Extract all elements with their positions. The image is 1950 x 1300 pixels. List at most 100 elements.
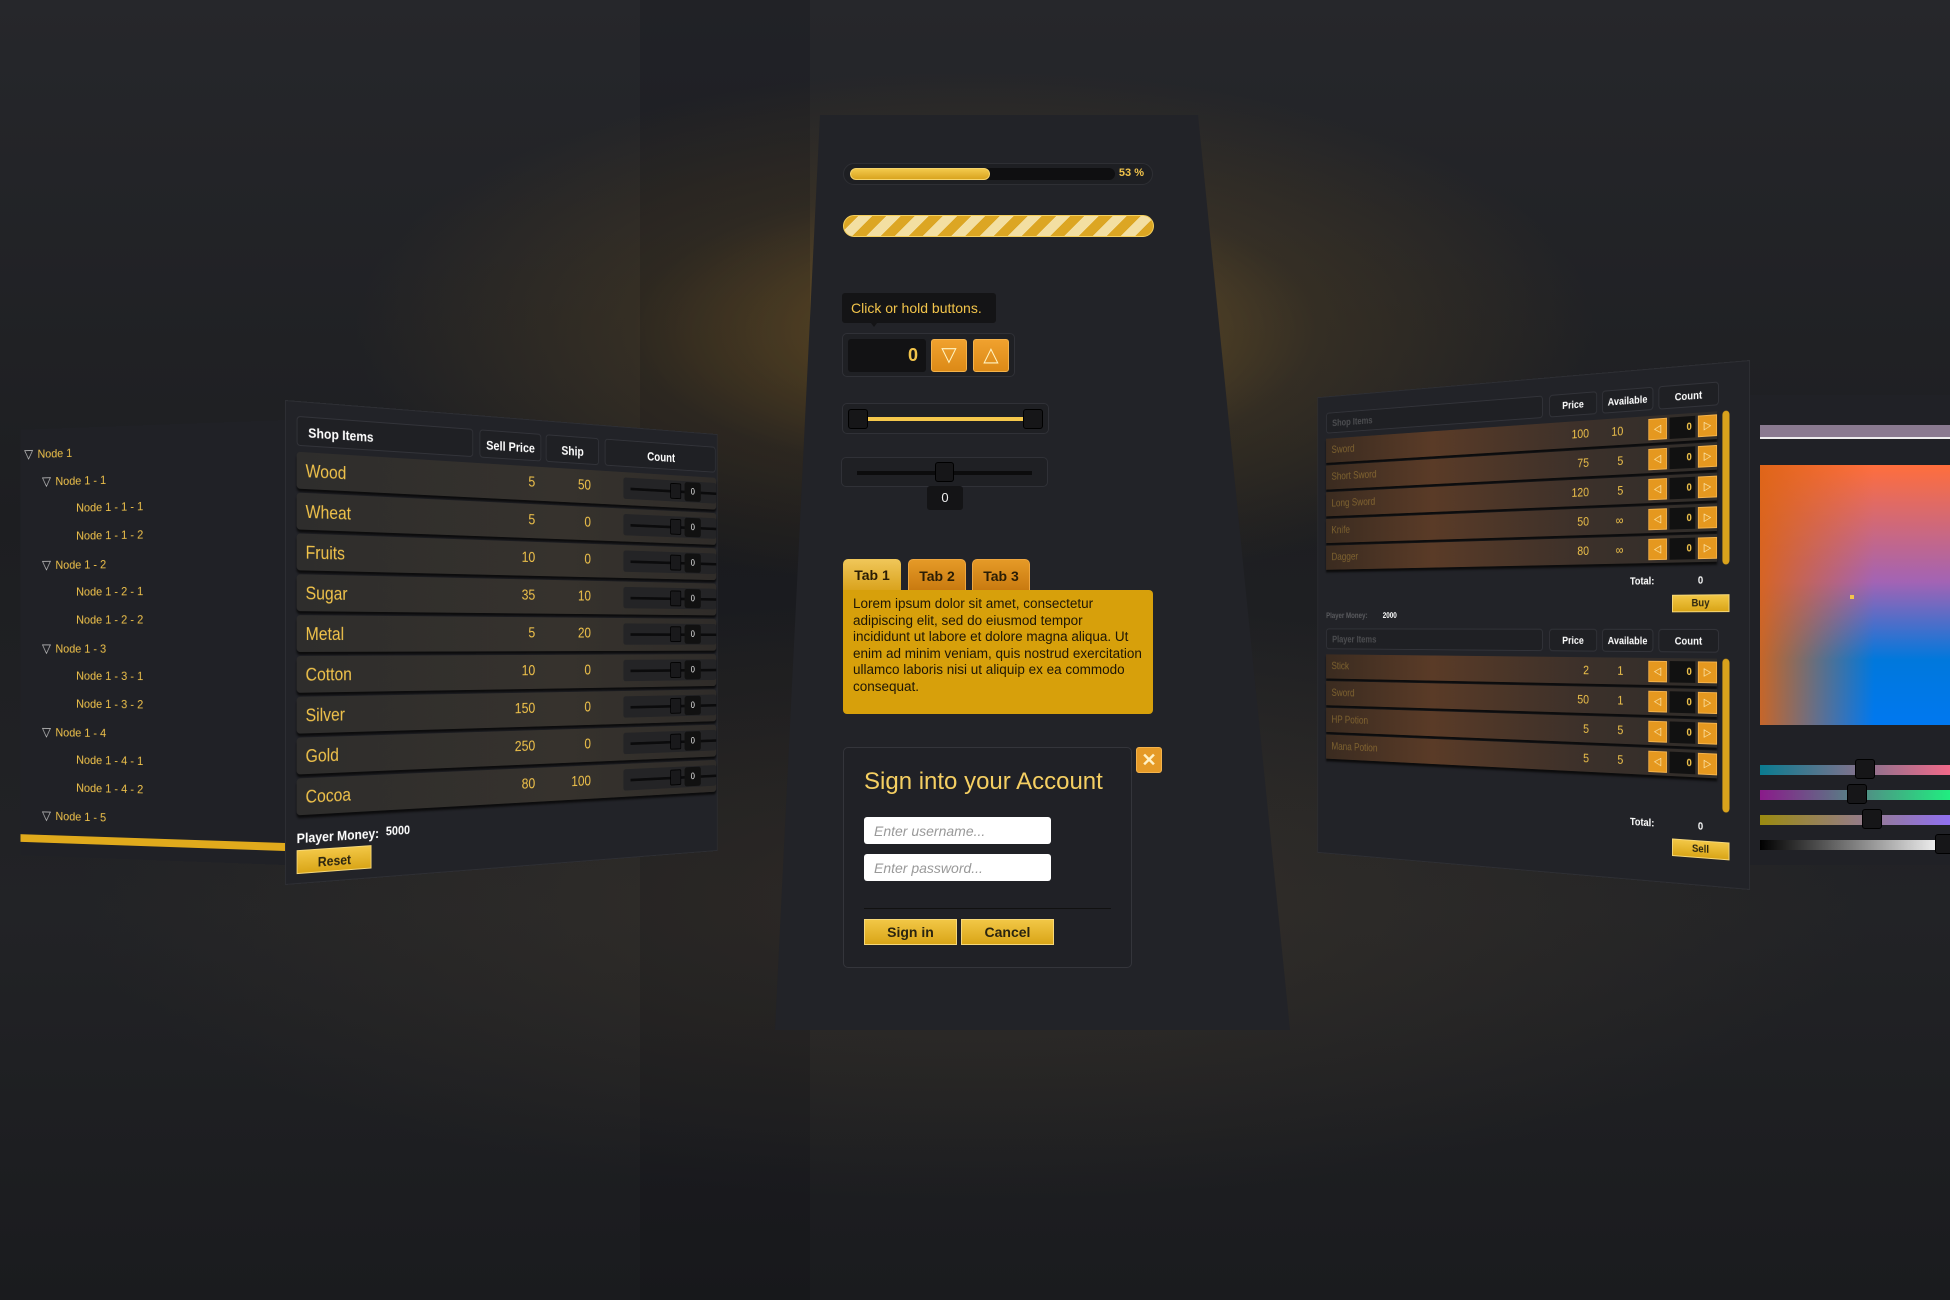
decrement-button[interactable]: ◁ bbox=[1648, 721, 1667, 743]
decrement-button[interactable]: ◁ bbox=[1648, 448, 1667, 470]
expand-triangle-icon[interactable]: ▽ bbox=[42, 808, 51, 823]
expand-triangle-icon[interactable]: ▽ bbox=[42, 557, 51, 572]
range-slider[interactable] bbox=[842, 403, 1049, 434]
expand-triangle-icon[interactable]: ▽ bbox=[42, 474, 51, 489]
tree-scrollbar[interactable] bbox=[21, 834, 285, 851]
count-slider[interactable]: 0 bbox=[623, 550, 716, 574]
spinner-value[interactable]: 0 bbox=[848, 339, 926, 372]
tree-node[interactable]: ▽ Node 1 - 2 bbox=[42, 557, 106, 573]
buy-button[interactable]: Buy bbox=[1672, 594, 1729, 612]
tab-3[interactable]: Tab 3 bbox=[972, 559, 1030, 591]
count-value: 0 bbox=[685, 518, 701, 538]
green-handle[interactable] bbox=[1847, 784, 1867, 804]
count-slider[interactable]: 0 bbox=[623, 623, 716, 644]
tree-node[interactable]: ▽ Node 1 - 4 bbox=[42, 725, 106, 741]
cancel-button[interactable]: Cancel bbox=[961, 919, 1054, 945]
slider-handle[interactable] bbox=[670, 662, 681, 678]
range-min-handle[interactable] bbox=[848, 409, 868, 429]
username-input[interactable] bbox=[864, 817, 1051, 844]
decrement-button[interactable]: ◁ bbox=[1648, 508, 1667, 530]
increment-button[interactable]: ▷ bbox=[1698, 506, 1717, 528]
tree-node[interactable]: Node 1 - 4 - 2 bbox=[76, 781, 143, 796]
slider-handle[interactable] bbox=[670, 519, 681, 535]
decrement-button[interactable]: ◁ bbox=[1648, 418, 1667, 441]
tree-node[interactable]: Node 1 - 2 - 1 bbox=[76, 584, 143, 598]
close-button[interactable]: ✕ bbox=[1136, 747, 1162, 773]
increment-button[interactable]: △ bbox=[973, 339, 1009, 372]
increment-button[interactable]: ▷ bbox=[1698, 445, 1717, 468]
expand-triangle-icon[interactable]: ▽ bbox=[42, 641, 51, 655]
player-money-label: Player Money: bbox=[1326, 611, 1367, 620]
increment-button[interactable]: ▷ bbox=[1698, 661, 1717, 683]
slider-handle[interactable] bbox=[935, 462, 954, 482]
increment-button[interactable]: ▷ bbox=[1698, 537, 1717, 559]
color-cursor[interactable] bbox=[1850, 595, 1854, 599]
count-slider[interactable]: 0 bbox=[623, 659, 716, 681]
tree-node[interactable]: ▽ Node 1 - 3 bbox=[42, 641, 106, 657]
item-ship: 0 bbox=[550, 700, 591, 717]
decrement-button[interactable]: ▽ bbox=[931, 339, 967, 372]
slider-handle[interactable] bbox=[670, 590, 681, 606]
count-value: 0 bbox=[1669, 416, 1695, 439]
item-available: 5 bbox=[1591, 453, 1624, 469]
tab-2[interactable]: Tab 2 bbox=[908, 559, 966, 591]
expand-triangle-icon[interactable]: ▽ bbox=[24, 447, 33, 462]
red-handle[interactable] bbox=[1855, 759, 1875, 779]
sign-in-button[interactable]: Sign in bbox=[864, 919, 957, 945]
slider[interactable] bbox=[841, 457, 1048, 487]
tree-node[interactable]: Node 1 - 1 - 2 bbox=[76, 528, 143, 543]
expand-triangle-icon[interactable]: ▽ bbox=[42, 725, 51, 740]
tree-node-label: Node 1 - 4 - 1 bbox=[76, 753, 143, 768]
increment-button[interactable]: ▷ bbox=[1698, 722, 1717, 744]
count-slider[interactable]: 0 bbox=[623, 765, 716, 791]
password-input[interactable] bbox=[864, 854, 1051, 881]
increment-button[interactable]: ▷ bbox=[1698, 753, 1717, 776]
tab-1[interactable]: Tab 1 bbox=[843, 559, 901, 591]
sell-button[interactable]: Sell bbox=[1672, 838, 1729, 860]
scrollbar[interactable] bbox=[1722, 659, 1729, 813]
count-slider[interactable]: 0 bbox=[623, 730, 716, 754]
increment-button[interactable]: ▷ bbox=[1698, 476, 1717, 499]
header-name: Shop Items bbox=[297, 416, 474, 457]
tree-node[interactable]: Node 1 - 1 - 1 bbox=[76, 499, 143, 514]
tree-node[interactable]: Node 1 - 3 - 1 bbox=[76, 669, 143, 683]
item-sell-price: 5 bbox=[497, 473, 535, 492]
tree-node[interactable]: Node 1 - 3 - 2 bbox=[76, 697, 143, 711]
slider-handle[interactable] bbox=[670, 698, 681, 714]
item-available: 5 bbox=[1591, 751, 1624, 767]
count-value: 0 bbox=[685, 482, 701, 502]
slider-handle[interactable] bbox=[670, 734, 681, 750]
slider-handle[interactable] bbox=[670, 483, 681, 499]
slider-handle[interactable] bbox=[670, 769, 681, 785]
tree-node[interactable]: ▽ Node 1 - 5 bbox=[42, 808, 106, 825]
scrollbar[interactable] bbox=[1722, 410, 1729, 564]
decrement-button[interactable]: ◁ bbox=[1648, 751, 1667, 773]
count-slider[interactable]: 0 bbox=[623, 514, 716, 539]
count-slider[interactable]: 0 bbox=[623, 695, 716, 718]
decrement-button[interactable]: ◁ bbox=[1648, 538, 1667, 560]
count-value: 0 bbox=[1669, 477, 1695, 500]
tree-node[interactable]: ▽ Node 1 bbox=[24, 445, 72, 462]
item-sell-price: 150 bbox=[497, 701, 535, 719]
increment-button[interactable]: ▷ bbox=[1698, 692, 1717, 714]
tree-node[interactable]: Node 1 - 4 - 1 bbox=[76, 753, 143, 768]
item-name: Wood bbox=[306, 461, 347, 484]
slider-handle[interactable] bbox=[670, 555, 681, 571]
slider-handle[interactable] bbox=[670, 626, 681, 642]
decrement-button[interactable]: ◁ bbox=[1648, 661, 1667, 683]
item-ship: 20 bbox=[550, 626, 591, 642]
alpha-channel-slider[interactable] bbox=[1760, 840, 1950, 850]
count-slider[interactable]: 0 bbox=[623, 587, 716, 610]
alpha-handle[interactable] bbox=[1935, 834, 1950, 854]
tree-node-label: Node 1 - 1 - 2 bbox=[76, 528, 143, 543]
blue-channel-slider[interactable] bbox=[1760, 815, 1950, 825]
decrement-button[interactable]: ◁ bbox=[1648, 478, 1667, 500]
tree-node[interactable]: ▽ Node 1 - 1 bbox=[42, 472, 106, 489]
count-slider[interactable]: 0 bbox=[623, 477, 716, 503]
reset-button[interactable]: Reset bbox=[297, 845, 372, 874]
tree-node[interactable]: Node 1 - 2 - 2 bbox=[76, 613, 143, 627]
blue-handle[interactable] bbox=[1862, 809, 1882, 829]
increment-button[interactable]: ▷ bbox=[1698, 414, 1717, 437]
range-max-handle[interactable] bbox=[1023, 409, 1043, 429]
decrement-button[interactable]: ◁ bbox=[1648, 691, 1667, 713]
